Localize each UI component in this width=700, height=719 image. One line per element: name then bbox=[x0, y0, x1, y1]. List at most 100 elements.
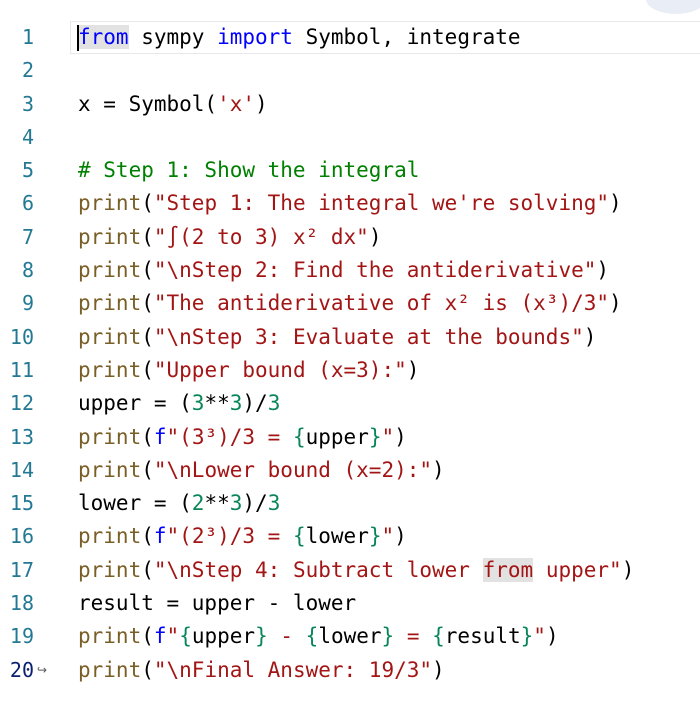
code-token: "(2³)/3 = bbox=[166, 524, 293, 549]
line-number: 12 bbox=[9, 391, 34, 416]
code-text[interactable]: print(f"(2³)/3 = {lower}") bbox=[78, 520, 407, 553]
line-number: 19 bbox=[9, 624, 34, 649]
code-text[interactable]: print("\nStep 3: Evaluate at the bounds"… bbox=[78, 321, 596, 354]
code-text[interactable]: lower = (2**3)/3 bbox=[78, 487, 280, 520]
code-text[interactable]: print("Upper bound (x=3):") bbox=[78, 354, 419, 387]
code-token: "\nStep 2: Find the antiderivative" bbox=[153, 258, 597, 283]
code-line[interactable]: 2 bbox=[0, 54, 700, 87]
code-line[interactable]: 15 lower = (2**3)/3 bbox=[0, 487, 700, 520]
code-token: )/ bbox=[242, 391, 268, 416]
code-token: " bbox=[381, 424, 395, 449]
code-token: lower bbox=[305, 524, 369, 549]
code-token: " bbox=[166, 624, 180, 649]
line-number: 5 bbox=[21, 158, 34, 183]
code-token: "The antiderivative of x² is (x³)/3" bbox=[153, 291, 610, 316]
code-line[interactable]: 7 print("∫(2 to 3) x² dx") bbox=[0, 221, 700, 254]
code-token: ) bbox=[255, 91, 268, 116]
code-line[interactable]: 12 upper = (3**3)/3 bbox=[0, 387, 700, 420]
code-line[interactable]: 10 print("\nStep 3: Evaluate at the bound… bbox=[0, 321, 700, 354]
code-text[interactable]: # Step 1: Show the integral bbox=[78, 154, 419, 187]
code-token: 2 bbox=[191, 491, 205, 516]
code-token: from bbox=[482, 557, 534, 582]
code-token: ( bbox=[141, 424, 154, 449]
code-line[interactable]: 13 print(f"(3³)/3 = {upper}") bbox=[0, 421, 700, 454]
code-token: upper bbox=[191, 624, 256, 649]
window-corner-accent bbox=[646, 0, 700, 14]
code-text[interactable]: from sympy import Symbol, integrate bbox=[78, 21, 521, 54]
code-text[interactable]: print("\nStep 4: Subtract lower from upp… bbox=[78, 554, 634, 587]
code-line[interactable]: 16 print(f"(2³)/3 = {lower}") bbox=[0, 520, 700, 553]
code-token: print bbox=[78, 258, 142, 283]
code-line[interactable]: 14 print("\nLower bound (x=2):") bbox=[0, 454, 700, 487]
code-token: ) bbox=[394, 524, 407, 549]
code-line[interactable]: 6 print("Step 1: The integral we're solvi… bbox=[0, 187, 700, 220]
code-token: 3 bbox=[191, 391, 205, 416]
code-token: ) bbox=[368, 224, 382, 249]
code-token: ) bbox=[545, 624, 559, 649]
code-token: Symbol, integrate bbox=[292, 25, 521, 49]
line-number: 1 bbox=[21, 25, 34, 49]
code-line[interactable]: 8 print("\nStep 2: Find the antiderivativ… bbox=[0, 254, 700, 287]
code-line[interactable]: 18 result = upper - lower bbox=[0, 587, 700, 620]
line-number: 18 bbox=[9, 591, 34, 616]
text-cursor bbox=[77, 25, 79, 51]
code-text[interactable]: print(f"{upper} - {lower} = {result}") bbox=[78, 620, 559, 653]
code-text[interactable]: print(f"(3³)/3 = {upper}") bbox=[78, 421, 407, 454]
code-token: "Step 1: The integral we're solving" bbox=[153, 191, 610, 216]
code-line[interactable]: 20 ↪ print("\nFinal Answer: 19/3") bbox=[0, 654, 700, 687]
editor-top-strip bbox=[0, 0, 700, 21]
line-number: 17 bbox=[9, 557, 34, 582]
code-token: f bbox=[153, 624, 167, 649]
code-token: lower = ( bbox=[78, 491, 192, 516]
code-line[interactable]: 17 print("\nStep 4: Subtract lower from u… bbox=[0, 554, 700, 587]
code-token: lower bbox=[318, 624, 382, 649]
code-text[interactable]: print("The antiderivative of x² is (x³)/… bbox=[78, 287, 622, 320]
code-token: ( bbox=[141, 357, 154, 382]
line-number: 10 bbox=[9, 324, 34, 349]
code-token: "Upper bound (x=3):" bbox=[153, 357, 407, 382]
code-token: ** bbox=[204, 491, 230, 516]
line-number: 8 bbox=[21, 258, 34, 283]
code-text[interactable]: x = Symbol('x') bbox=[78, 88, 268, 121]
code-token: )/ bbox=[242, 491, 268, 516]
code-line[interactable]: 5 # Step 1: Show the integral bbox=[0, 154, 700, 187]
code-token: ** bbox=[204, 391, 230, 416]
code-token: from bbox=[78, 25, 129, 49]
code-token: print bbox=[78, 424, 142, 449]
code-token: { bbox=[432, 624, 445, 649]
code-line[interactable]: 11 print("Upper bound (x=3):") bbox=[0, 354, 700, 387]
code-token: ( bbox=[141, 624, 154, 649]
code-token: ( bbox=[141, 324, 154, 349]
code-token: 3 bbox=[229, 491, 243, 516]
code-token: ( bbox=[141, 291, 154, 316]
code-token: ( bbox=[141, 191, 154, 216]
code-token: 3 bbox=[229, 391, 243, 416]
code-text[interactable]: print("Step 1: The integral we're solvin… bbox=[78, 187, 622, 220]
code-token: upper = ( bbox=[78, 391, 192, 416]
line-number: 4 bbox=[21, 124, 34, 149]
code-text[interactable]: print("∫(2 to 3) x² dx") bbox=[78, 221, 381, 254]
code-token: print bbox=[78, 524, 142, 549]
line-number: 3 bbox=[21, 91, 34, 116]
code-text[interactable]: result = upper - lower bbox=[78, 587, 356, 620]
code-token: " bbox=[381, 524, 395, 549]
line-number: 2 bbox=[21, 58, 34, 83]
code-token: sympy bbox=[128, 25, 218, 49]
code-token: result bbox=[444, 624, 521, 649]
code-text[interactable]: print("\nFinal Answer: 19/3") bbox=[78, 654, 445, 687]
code-text[interactable]: print("\nStep 2: Find the antiderivative… bbox=[78, 254, 609, 287]
code-line[interactable]: 4 bbox=[0, 121, 700, 154]
code-text[interactable]: upper = (3**3)/3 bbox=[78, 387, 280, 420]
code-line[interactable]: 1 from sympy import Symbol, integrate bbox=[0, 21, 700, 54]
code-token: ) bbox=[609, 291, 622, 316]
code-editor[interactable]: 1 from sympy import Symbol, integrate 2 3 x … bbox=[0, 21, 700, 701]
code-token: ( bbox=[141, 524, 154, 549]
code-token: { bbox=[292, 424, 306, 449]
code-line[interactable]: 3 x = Symbol('x') bbox=[0, 88, 700, 121]
code-token: "\nFinal Answer: 19/3" bbox=[153, 657, 433, 682]
code-line[interactable]: 19 print(f"{upper} - {lower} = {result}") bbox=[0, 620, 700, 653]
line-number: 11 bbox=[9, 357, 34, 382]
code-text[interactable]: print("\nLower bound (x=2):") bbox=[78, 454, 445, 487]
code-line[interactable]: 9 print("The antiderivative of x² is (x³)… bbox=[0, 287, 700, 320]
code-token: } bbox=[520, 624, 534, 649]
